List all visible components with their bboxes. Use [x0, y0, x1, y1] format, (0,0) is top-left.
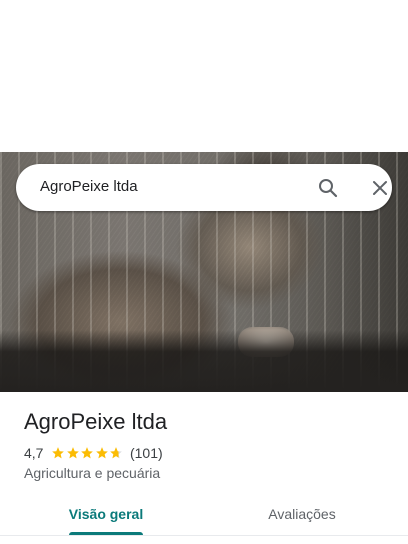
- photo-floor-shadow: [0, 330, 408, 392]
- review-count[interactable]: (101): [130, 445, 163, 461]
- star-half-icon: [110, 447, 123, 459]
- star-icon: [67, 447, 79, 459]
- rating-summary[interactable]: 4,7 (101): [24, 444, 163, 462]
- close-icon[interactable]: [368, 176, 392, 200]
- tab-reviews[interactable]: Avaliações: [220, 496, 384, 536]
- place-category: Agricultura e pecuária: [24, 465, 161, 481]
- star-icon: [96, 447, 108, 459]
- tabs-divider: [0, 535, 408, 536]
- place-tabs: Visão geral Avaliações: [0, 496, 408, 544]
- place-title: AgroPeixe ltda: [24, 409, 168, 434]
- star-icon: [81, 447, 94, 459]
- search-input[interactable]: AgroPeixe ltda: [40, 178, 138, 195]
- star-icon: [52, 447, 65, 459]
- rating-value: 4,7: [24, 445, 44, 461]
- search-bar[interactable]: AgroPeixe ltda: [16, 164, 392, 211]
- search-icon[interactable]: [316, 176, 340, 200]
- star-rating: [51, 446, 124, 460]
- top-blank-area: [0, 0, 408, 152]
- tab-overview[interactable]: Visão geral: [24, 496, 188, 536]
